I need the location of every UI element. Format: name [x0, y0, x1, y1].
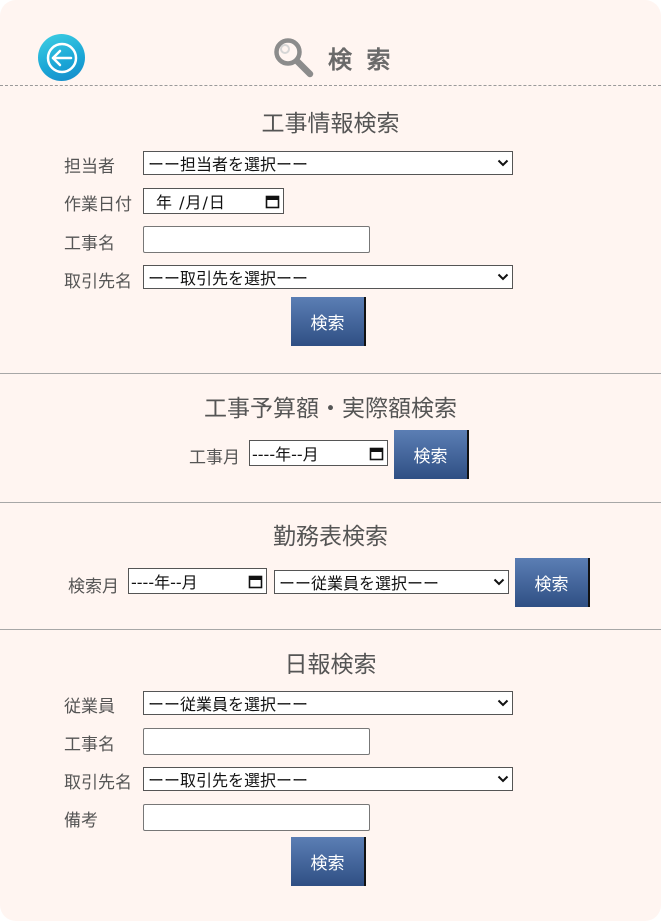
- construction-search-button[interactable]: 検索: [291, 297, 366, 346]
- person-select-value: ーー担当者を選択ーー: [148, 155, 309, 174]
- section-divider: [0, 629, 661, 630]
- calendar-icon[interactable]: [365, 446, 387, 461]
- chevron-down-icon: [494, 273, 512, 281]
- client-select-value: ーー取引先を選択ーー: [148, 269, 309, 288]
- section-divider: [0, 502, 661, 503]
- work-date-label: 作業日付: [64, 195, 132, 215]
- budget-search-button[interactable]: 検索: [394, 430, 469, 479]
- employee-label: 従業員: [64, 697, 115, 717]
- search-month-input[interactable]: ----年--月: [128, 568, 267, 594]
- chevron-down-icon: [490, 578, 508, 586]
- remarks-input[interactable]: [143, 804, 370, 831]
- client-label: 取引先名: [64, 272, 132, 292]
- attendance-employee-select-value: ーー従業員を選択ーー: [279, 574, 440, 593]
- magnifier-icon: [274, 38, 314, 78]
- chevron-down-icon: [494, 775, 512, 783]
- attendance-search-title: 勤務表検索: [273, 524, 388, 550]
- arrow-left-icon: [46, 42, 77, 73]
- daily-report-search-button[interactable]: 検索: [291, 837, 366, 886]
- attendance-search-button[interactable]: 検索: [515, 558, 590, 607]
- report-employee-select[interactable]: ーー従業員を選択ーー: [143, 691, 513, 715]
- report-project-name-label: 工事名: [64, 735, 115, 755]
- chevron-down-icon: [494, 159, 512, 167]
- budget-search-title: 工事予算額・実際額検索: [204, 396, 457, 422]
- project-name-input[interactable]: [143, 226, 370, 253]
- remarks-label: 備考: [64, 811, 98, 831]
- client-select[interactable]: ーー取引先を選択ーー: [143, 265, 513, 289]
- work-date-value: 年 /月/日: [156, 193, 226, 212]
- search-month-label: 検索月: [68, 577, 119, 597]
- page-title: 検 索: [328, 45, 394, 74]
- report-client-select-value: ーー取引先を選択ーー: [148, 771, 309, 790]
- construction-month-value: ----年--月: [252, 445, 319, 464]
- daily-report-search-title: 日報検索: [284, 652, 377, 678]
- project-name-label: 工事名: [64, 234, 115, 254]
- back-button[interactable]: [38, 34, 85, 81]
- construction-search-title: 工事情報検索: [261, 111, 400, 137]
- search-month-value: ----年--月: [131, 573, 198, 592]
- work-date-input[interactable]: 年 /月/日: [143, 188, 284, 214]
- search-page: 検 索 工事情報検索 担当者 ーー担当者を選択ーー 作業日付 年 /月/日 工事…: [0, 0, 661, 921]
- header: 検 索: [0, 0, 661, 86]
- construction-month-label: 工事月: [189, 448, 240, 468]
- report-client-label: 取引先名: [64, 773, 132, 793]
- person-select[interactable]: ーー担当者を選択ーー: [143, 151, 513, 175]
- person-label: 担当者: [64, 157, 115, 177]
- attendance-employee-select[interactable]: ーー従業員を選択ーー: [274, 570, 509, 594]
- calendar-icon[interactable]: [261, 194, 283, 209]
- report-client-select[interactable]: ーー取引先を選択ーー: [143, 767, 513, 791]
- construction-month-input[interactable]: ----年--月: [249, 440, 388, 466]
- report-employee-select-value: ーー従業員を選択ーー: [148, 695, 309, 714]
- section-divider: [0, 373, 661, 374]
- calendar-icon[interactable]: [244, 574, 266, 589]
- chevron-down-icon: [494, 699, 512, 707]
- report-project-name-input[interactable]: [143, 728, 370, 755]
- page-title-group: 検 索: [272, 35, 393, 79]
